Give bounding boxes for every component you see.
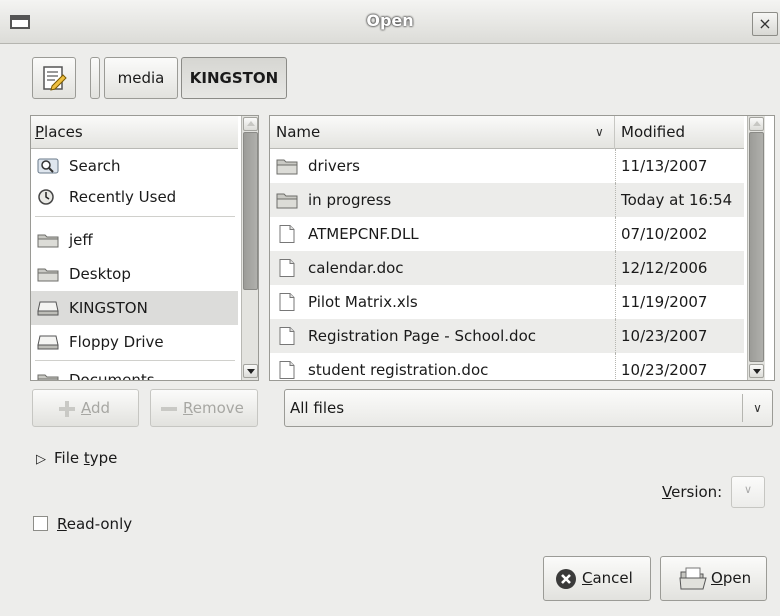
file-row[interactable]: in progress Today at 16:54 (270, 183, 744, 217)
place-label: Floppy Drive (69, 333, 164, 351)
place-label: KINGSTON (69, 299, 148, 317)
filter-selected-value: All files (290, 399, 345, 417)
scroll-up-icon[interactable] (749, 117, 764, 131)
file-modified: 12/12/2006 (615, 251, 744, 285)
place-label: jeff (69, 231, 93, 249)
minus-icon (161, 407, 177, 411)
places-scrollbar[interactable] (241, 116, 258, 380)
file-list-header: Name ∨ Modified (270, 116, 744, 149)
close-button[interactable]: × (752, 12, 778, 36)
path-segment-media[interactable]: media (104, 57, 178, 99)
place-item-kingston[interactable]: KINGSTON (31, 291, 238, 325)
place-label: Recently Used (69, 188, 177, 206)
place-label: Documents (69, 371, 155, 381)
search-icon (37, 158, 59, 174)
scrollbar-thumb[interactable] (243, 132, 258, 290)
file-row[interactable]: calendar.doc 12/12/2006 (270, 251, 744, 285)
file-name: student registration.doc (308, 361, 489, 379)
file-filter-select[interactable]: All files ∨ (284, 389, 773, 427)
version-select[interactable] (731, 476, 765, 508)
expander-arrow-icon: ▷ (36, 452, 46, 467)
file-row[interactable]: ATMEPCNF.DLL 07/10/2002 (270, 217, 744, 251)
sort-descending-icon: ∨ (595, 125, 604, 139)
drive-icon (37, 301, 59, 316)
file-modified: 07/10/2002 (615, 217, 744, 251)
file-name: ATMEPCNF.DLL (308, 225, 419, 243)
file-type-expander[interactable]: ▷ File type (36, 448, 117, 470)
path-scroll-left-button[interactable] (90, 57, 100, 99)
file-list-panel: Name ∨ Modified drivers 11/13/2007 in pr… (269, 115, 775, 381)
place-label: Search (69, 157, 121, 175)
file-name: in progress (308, 191, 392, 209)
read-only-label[interactable]: Read-only (57, 514, 132, 534)
scroll-up-icon[interactable] (243, 117, 258, 131)
window-title: Open (366, 11, 414, 30)
open-folder-icon (679, 567, 707, 590)
place-label: Desktop (69, 265, 131, 283)
file-modified: 10/23/2007 (615, 319, 744, 353)
path-segment-kingston[interactable]: KINGSTON (181, 57, 287, 99)
remove-bookmark-button[interactable]: Remove (150, 389, 258, 427)
chevron-down-icon: ∨ (742, 394, 772, 422)
edit-location-button[interactable] (32, 57, 76, 99)
folder-icon (37, 268, 59, 282)
places-header[interactable]: Places (31, 116, 238, 149)
place-item-documents[interactable]: Documents (31, 363, 238, 381)
title-bar[interactable]: Open × (0, 0, 780, 44)
file-name: Pilot Matrix.xls (308, 293, 418, 311)
column-header-name[interactable]: Name ∨ (270, 116, 615, 149)
document-icon (279, 361, 295, 379)
file-row[interactable]: Pilot Matrix.xls 11/19/2007 (270, 285, 744, 319)
document-icon (279, 225, 295, 243)
files-scrollbar[interactable] (747, 116, 765, 380)
place-item-floppy-drive[interactable]: Floppy Drive (31, 325, 238, 359)
file-row[interactable]: drivers 11/13/2007 (270, 149, 744, 183)
places-separator (35, 360, 235, 361)
folder-icon (276, 193, 298, 209)
file-name: Registration Page - School.doc (308, 327, 536, 345)
add-bookmark-button[interactable]: Add (32, 389, 139, 427)
cancel-icon (556, 569, 576, 589)
column-header-modified[interactable]: Modified (615, 116, 744, 149)
place-item-desktop[interactable]: Desktop (31, 257, 238, 291)
recent-icon (38, 189, 54, 205)
place-item-recently-used[interactable]: Recently Used (31, 180, 238, 214)
place-item-jeff[interactable]: jeff (31, 223, 238, 257)
edit-location-icon (43, 66, 67, 91)
scroll-down-icon[interactable] (749, 364, 764, 378)
document-icon (279, 293, 295, 311)
places-panel: Places Search Recently Used jeff Desktop (30, 115, 259, 381)
place-item-search[interactable]: Search (31, 149, 238, 183)
file-modified: Today at 16:54 (615, 183, 744, 217)
open-button[interactable]: Open (660, 556, 767, 601)
drive-icon (37, 335, 59, 350)
folder-icon (37, 234, 59, 248)
scrollbar-thumb[interactable] (749, 132, 764, 362)
cancel-button[interactable]: Cancel (543, 556, 651, 601)
file-modified: 11/13/2007 (615, 149, 744, 183)
file-name: drivers (308, 157, 360, 175)
places-separator (35, 216, 235, 217)
read-only-checkbox[interactable] (33, 516, 48, 531)
plus-icon (59, 401, 75, 417)
document-icon (279, 327, 295, 345)
file-row[interactable]: Registration Page - School.doc 10/23/200… (270, 319, 744, 353)
file-name: calendar.doc (308, 259, 404, 277)
version-label: Version: (662, 483, 723, 501)
document-icon (279, 259, 295, 277)
folder-icon (276, 159, 298, 175)
scroll-down-icon[interactable] (243, 364, 258, 378)
file-modified: 10/23/2007 (615, 353, 744, 380)
file-modified: 11/19/2007 (615, 285, 744, 319)
file-row[interactable]: student registration.doc 10/23/2007 (270, 353, 744, 380)
folder-icon (37, 374, 59, 380)
